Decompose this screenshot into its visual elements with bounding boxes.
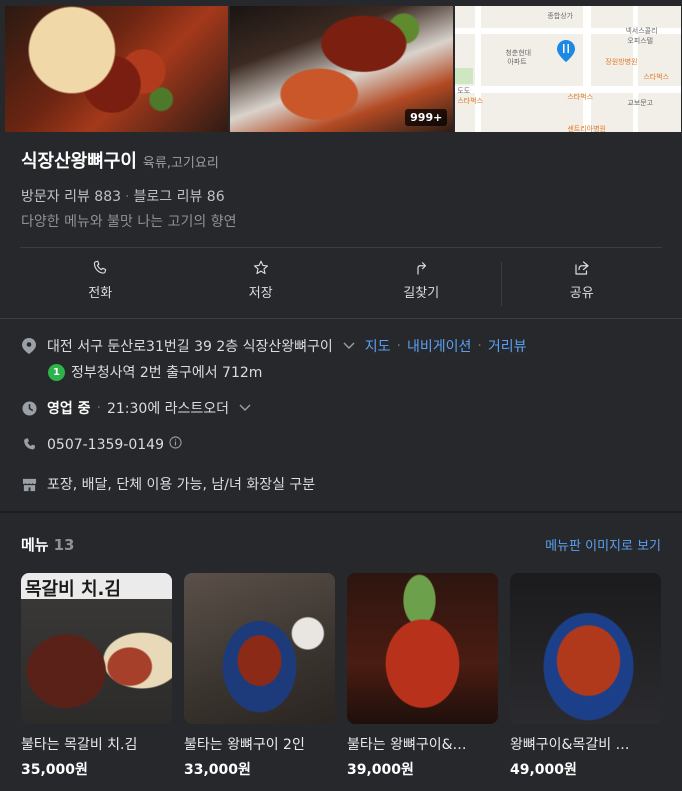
menu-title: 메뉴 <box>21 536 49 554</box>
call-button[interactable]: 전화 <box>20 250 181 310</box>
amenities-text: 포장, 배달, 단체 이용 가능, 남/녀 화장실 구분 <box>47 477 316 493</box>
menu-header: 메뉴 13 <box>21 534 74 555</box>
menu-item[interactable]: 목갈비 치.김 불타는 목갈비 치.김 35,000원 <box>21 573 172 779</box>
map-label: 오피스텔 <box>627 37 654 45</box>
amenities-row: 포장, 배달, 단체 이용 가능, 남/녀 화장실 구분 <box>21 474 315 494</box>
map-label: 도도 <box>457 87 471 95</box>
map-park <box>455 68 474 84</box>
map-road <box>633 6 639 132</box>
blog-review-link[interactable]: 블로그 리뷰 86 <box>133 189 224 205</box>
save-button[interactable]: 저장 <box>181 250 342 310</box>
directions-icon <box>417 262 427 275</box>
address-links: 지도 · 내비게이션 · 거리뷰 <box>365 336 527 356</box>
share-label: 공유 <box>569 286 594 301</box>
star-icon <box>253 260 268 275</box>
separator-dot: · <box>125 189 130 205</box>
map-link[interactable]: 지도 <box>365 336 391 356</box>
menu-item-price: 49,000원 <box>510 762 577 778</box>
menu-item-name: 불타는 목갈비 치.김 <box>21 737 138 753</box>
menu-item-image: 목갈비 치.김 <box>21 573 172 724</box>
last-order-text: 21:30에 라스트오더 <box>106 401 230 417</box>
menu-list: 목갈비 치.김 불타는 목갈비 치.김 35,000원 불타는 왕뼈구이 2인 … <box>21 573 661 779</box>
menu-image-banner: 목갈비 치.김 <box>21 573 172 599</box>
map-label: 아파트 <box>507 58 527 66</box>
menu-item-name: 불타는 왕뼈구이 2인 <box>184 737 305 753</box>
map-road <box>475 6 482 132</box>
store-icon <box>21 476 37 492</box>
location-map[interactable]: 종합상가 넥서스콜리 오피스텔 청춘현대 아파트 장원방병원 스타벅스 스타벅스… <box>455 6 681 132</box>
save-label: 저장 <box>248 286 273 301</box>
menu-item-name: 왕뼈구이&목갈비 … <box>510 737 630 753</box>
subway-text: 정부청사역 2번 출구에서 712m <box>71 365 263 381</box>
menu-item-image <box>347 573 498 724</box>
subway-line-badge: 1 <box>48 363 65 381</box>
separator-dot: · <box>477 338 482 354</box>
map-label: 스타벅스 <box>457 97 484 105</box>
menu-item[interactable]: 불타는 왕뼈구이&… 39,000원 <box>347 573 498 779</box>
section-divider <box>0 511 682 513</box>
address-text[interactable]: 대전 서구 둔산로31번길 39 2층 식장산왕뼈구이 <box>47 336 333 356</box>
address-row: 대전 서구 둔산로31번길 39 2층 식장산왕뼈구이 지도 · 내비게이션 ·… <box>21 336 526 356</box>
menu-item-name: 불타는 왕뼈구이&… <box>347 737 467 753</box>
map-label: 센트리아병원 <box>567 125 606 132</box>
hours-row[interactable]: 영업 중 · 21:30에 라스트오더 <box>21 398 251 418</box>
separator-dot: · <box>96 400 101 416</box>
place-name[interactable]: 식장산왕뼈구이 <box>21 147 137 173</box>
visitor-review-link[interactable]: 방문자 리뷰 883 <box>21 189 121 205</box>
info-icon[interactable] <box>169 436 182 453</box>
hours-text: 영업 중 · 21:30에 라스트오더 <box>47 398 229 418</box>
directions-button[interactable]: 길찾기 <box>341 250 502 310</box>
open-status: 영업 중 <box>47 401 91 417</box>
phone-icon <box>94 260 107 274</box>
review-summary: 방문자 리뷰 883 · 블로그 리뷰 86 <box>21 186 225 206</box>
food-photo-1[interactable] <box>5 6 228 132</box>
phone-number[interactable]: 0507-1359-0149 <box>47 437 164 453</box>
place-card: 999+ 종합상가 넥서스콜리 오피스텔 청춘현대 아파트 장원방병원 스타벅스… <box>0 0 682 791</box>
chevron-down-icon[interactable] <box>343 338 355 354</box>
map-label: 넥서스콜리 <box>625 27 658 35</box>
menu-count: 13 <box>53 536 75 554</box>
chevron-down-icon[interactable] <box>239 400 251 416</box>
phone-row: 0507-1359-0149 <box>21 436 182 453</box>
phone-value: 0507-1359-0149 <box>47 436 182 453</box>
menu-item-image <box>184 573 335 724</box>
location-pin-icon <box>557 40 576 62</box>
phone-icon <box>21 437 37 453</box>
map-label: 스타벅스 <box>567 93 594 101</box>
share-button[interactable]: 공유 <box>502 250 663 310</box>
map-label: 장원방병원 <box>605 58 638 66</box>
navigation-link[interactable]: 내비게이션 <box>407 336 471 356</box>
menu-item-price: 39,000원 <box>347 762 414 778</box>
subway-info: 1 정부청사역 2번 출구에서 712m <box>48 362 262 382</box>
divider <box>0 318 682 319</box>
menu-item-price: 35,000원 <box>21 762 88 778</box>
call-label: 전화 <box>88 286 113 301</box>
food-photo-2[interactable]: 999+ <box>229 6 454 132</box>
place-description: 다양한 메뉴와 불맛 나는 고기의 향연 <box>21 214 237 230</box>
place-header: 식장산왕뼈구이 육류,고기요리 <box>21 147 219 173</box>
clock-icon <box>21 400 37 416</box>
menu-item-image <box>510 573 661 724</box>
action-bar: 전화 저장 길찾기 공유 <box>20 250 662 310</box>
location-pin-icon <box>21 338 37 354</box>
map-label: 교보문고 <box>627 99 654 107</box>
map-label: 스타벅스 <box>643 73 670 81</box>
separator-dot: · <box>396 338 401 354</box>
share-icon <box>575 261 589 275</box>
menu-image-link[interactable]: 메뉴판 이미지로 보기 <box>545 535 661 554</box>
map-road <box>583 6 592 132</box>
divider <box>20 247 662 248</box>
menu-item[interactable]: 왕뼈구이&목갈비 … 49,000원 <box>510 573 661 779</box>
street-view-link[interactable]: 거리뷰 <box>488 336 527 356</box>
photo-strip: 999+ 종합상가 넥서스콜리 오피스텔 청춘현대 아파트 장원방병원 스타벅스… <box>5 6 681 132</box>
menu-item[interactable]: 불타는 왕뼈구이 2인 33,000원 <box>184 573 335 779</box>
action-separator <box>501 262 502 306</box>
menu-item-price: 33,000원 <box>184 762 251 778</box>
map-label: 종합상가 <box>547 12 574 20</box>
place-category: 육류,고기요리 <box>142 156 219 171</box>
directions-label: 길찾기 <box>403 286 440 301</box>
map-background <box>455 6 681 132</box>
photo-count-badge: 999+ <box>405 109 448 126</box>
